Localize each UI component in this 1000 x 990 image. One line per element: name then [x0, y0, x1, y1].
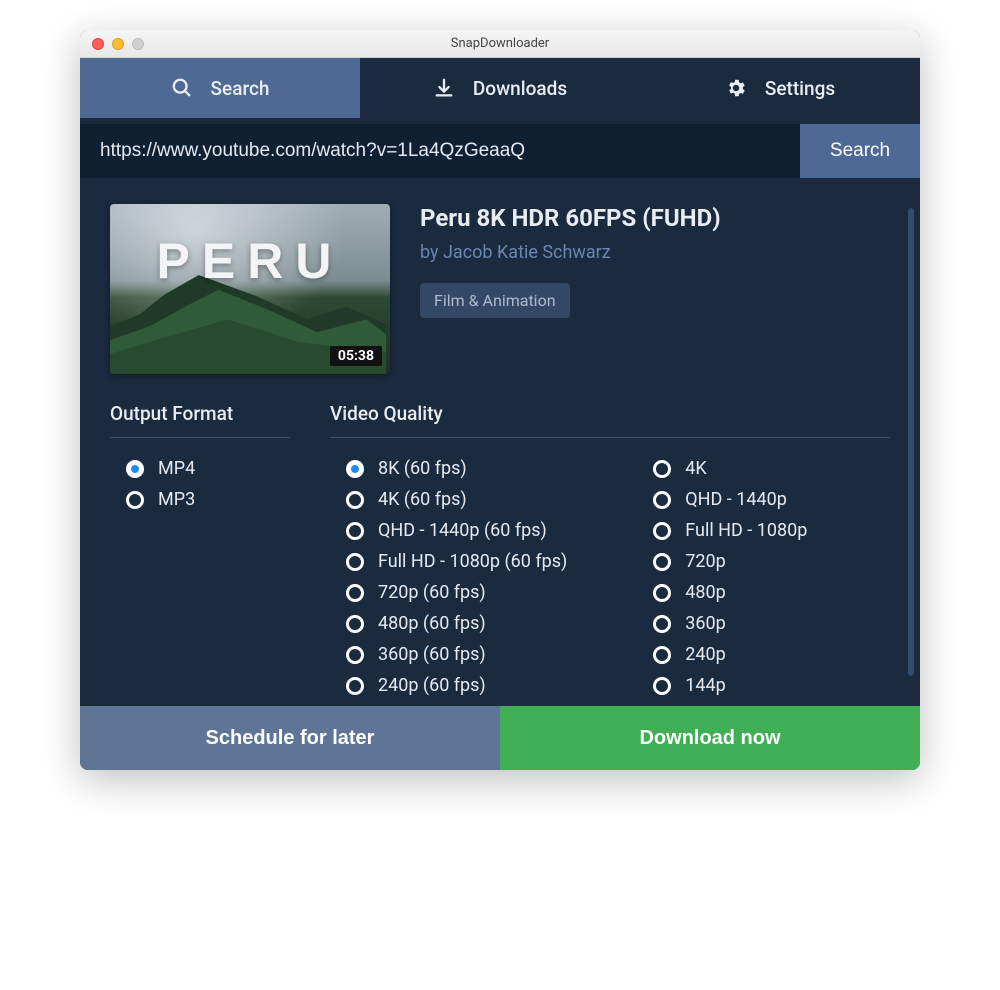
quality-option[interactable]: 4K (60 fps)	[330, 489, 567, 510]
gear-icon	[725, 77, 747, 99]
radio-icon	[653, 553, 671, 571]
format-option-mp4[interactable]: MP4	[110, 458, 290, 479]
close-window-icon[interactable]	[92, 38, 104, 50]
video-quality-panel: Video Quality 8K (60 fps) 4K (60 fps) QHD …	[330, 402, 890, 696]
tab-downloads-label: Downloads	[473, 77, 567, 100]
quality-option[interactable]: 360p (60 fps)	[330, 644, 567, 665]
search-bar: Search	[80, 124, 920, 178]
radio-icon	[653, 615, 671, 633]
radio-label: 360p (60 fps)	[378, 644, 486, 665]
quality-option[interactable]: 720p (60 fps)	[330, 582, 567, 603]
video-thumbnail[interactable]: PERU 05:38	[110, 204, 390, 374]
radio-icon	[346, 491, 364, 509]
radio-icon	[346, 615, 364, 633]
video-author: by Jacob Katie Schwarz	[420, 242, 721, 263]
radio-label: 4K (60 fps)	[378, 489, 467, 510]
tab-settings-label: Settings	[765, 77, 835, 100]
output-format-panel: Output Format MP4 MP3	[110, 402, 290, 696]
radio-label: 144p	[685, 675, 725, 696]
window-controls	[80, 38, 144, 50]
tab-settings[interactable]: Settings	[640, 58, 920, 118]
radio-label: 240p	[685, 644, 725, 665]
radio-icon	[653, 460, 671, 478]
radio-label: 720p (60 fps)	[378, 582, 486, 603]
radio-label: 360p	[685, 613, 725, 634]
tab-search[interactable]: Search	[80, 58, 360, 118]
radio-label: 480p (60 fps)	[378, 613, 486, 634]
radio-icon	[126, 460, 144, 478]
maximize-window-icon[interactable]	[132, 38, 144, 50]
quality-option[interactable]: Full HD - 1080p	[637, 520, 807, 541]
schedule-button[interactable]: Schedule for later	[80, 706, 500, 770]
radio-label: 4K	[685, 458, 706, 479]
tab-search-label: Search	[211, 77, 270, 100]
download-button[interactable]: Download now	[500, 706, 920, 770]
action-bar: Schedule for later Download now	[80, 706, 920, 770]
radio-label: Full HD - 1080p (60 fps)	[378, 551, 567, 572]
video-category-tag[interactable]: Film & Animation	[420, 283, 570, 318]
quality-option[interactable]: 8K (60 fps)	[330, 458, 567, 479]
quality-option[interactable]: QHD - 1440p	[637, 489, 807, 510]
radio-icon	[346, 677, 364, 695]
main-content: PERU 05:38 Peru 8K HDR 60FPS (FUHD) by J…	[80, 178, 920, 706]
radio-icon	[653, 522, 671, 540]
radio-icon	[126, 491, 144, 509]
titlebar: SnapDownloader	[80, 30, 920, 58]
radio-label: QHD - 1440p (60 fps)	[378, 520, 547, 541]
search-button[interactable]: Search	[800, 124, 920, 178]
radio-icon	[653, 646, 671, 664]
thumbnail-text: PERU	[110, 232, 390, 290]
radio-label: 240p (60 fps)	[378, 675, 486, 696]
quality-option[interactable]: 240p (60 fps)	[330, 675, 567, 696]
video-quality-heading: Video Quality	[330, 402, 890, 438]
app-window: SnapDownloader Search Downloads Settings…	[80, 30, 920, 770]
video-result: PERU 05:38 Peru 8K HDR 60FPS (FUHD) by J…	[110, 204, 890, 374]
video-meta: Peru 8K HDR 60FPS (FUHD) by Jacob Katie …	[420, 204, 721, 318]
format-option-mp3[interactable]: MP3	[110, 489, 290, 510]
tab-downloads[interactable]: Downloads	[360, 58, 640, 118]
url-input[interactable]	[80, 124, 800, 178]
quality-option[interactable]: 720p	[637, 551, 807, 572]
quality-option[interactable]: QHD - 1440p (60 fps)	[330, 520, 567, 541]
search-icon	[171, 77, 193, 99]
quality-option[interactable]: Full HD - 1080p (60 fps)	[330, 551, 567, 572]
quality-option[interactable]: 144p	[637, 675, 807, 696]
radio-icon	[653, 491, 671, 509]
quality-option[interactable]: 480p (60 fps)	[330, 613, 567, 634]
radio-icon	[346, 522, 364, 540]
radio-label: QHD - 1440p	[685, 489, 787, 510]
radio-label: 480p	[685, 582, 725, 603]
radio-icon	[346, 553, 364, 571]
video-title: Peru 8K HDR 60FPS (FUHD)	[420, 204, 721, 232]
radio-icon	[346, 646, 364, 664]
scrollbar[interactable]	[908, 208, 914, 676]
radio-label: 8K (60 fps)	[378, 458, 467, 479]
radio-label: MP4	[158, 458, 195, 479]
minimize-window-icon[interactable]	[112, 38, 124, 50]
options-area: Output Format MP4 MP3 Video Quality 8K (6…	[110, 402, 890, 696]
radio-icon	[346, 460, 364, 478]
radio-label: 720p	[685, 551, 725, 572]
video-duration: 05:38	[330, 346, 382, 366]
quality-option[interactable]: 240p	[637, 644, 807, 665]
radio-icon	[653, 677, 671, 695]
output-format-heading: Output Format	[110, 402, 290, 438]
radio-label: MP3	[158, 489, 195, 510]
quality-option[interactable]: 480p	[637, 582, 807, 603]
main-tabs: Search Downloads Settings	[80, 58, 920, 118]
radio-icon	[346, 584, 364, 602]
window-title: SnapDownloader	[80, 36, 920, 51]
quality-option[interactable]: 360p	[637, 613, 807, 634]
radio-icon	[653, 584, 671, 602]
radio-label: Full HD - 1080p	[685, 520, 807, 541]
download-icon	[433, 77, 455, 99]
quality-option[interactable]: 4K	[637, 458, 807, 479]
